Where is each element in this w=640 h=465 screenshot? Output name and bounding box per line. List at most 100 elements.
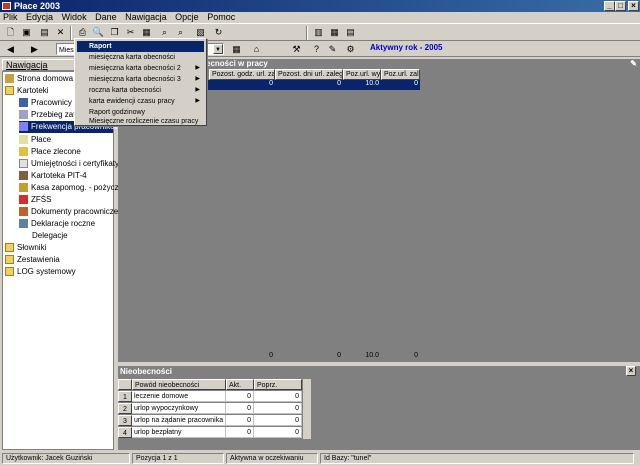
grid-icon[interactable]: ▦ xyxy=(328,26,341,39)
column-header[interactable]: Akt. xyxy=(226,379,254,390)
row-number: 2 xyxy=(118,403,132,414)
absence-reason[interactable]: urlop wypoczynkowy xyxy=(132,403,226,414)
total-cell: 0 xyxy=(269,352,273,359)
tools-icon[interactable]: ⚒ xyxy=(290,43,303,56)
totals-row: 0 0 10.0 0 xyxy=(118,352,420,362)
edit-icon[interactable]: ▤ xyxy=(38,26,51,39)
submenu-arrow-icon: ▶ xyxy=(195,98,200,104)
menu-item-monthly-card-3[interactable]: miesięczna karta obecności 3 ▶ xyxy=(77,74,204,85)
maximize-button[interactable]: □ xyxy=(615,1,626,11)
absence-reason[interactable]: leczenie domowe xyxy=(132,391,226,402)
column-header[interactable]: Poz.url. wyp xyxy=(343,69,381,80)
total-cell: 0 xyxy=(337,352,341,359)
chevron-down-icon[interactable]: ▼ xyxy=(213,44,223,54)
status-user: Użytkownik: Jacek Guziński xyxy=(2,453,130,464)
menu-item-raport[interactable]: Raport xyxy=(77,41,204,52)
save-icon[interactable]: ▣ xyxy=(20,26,33,39)
menu-plik[interactable]: Plik xyxy=(0,12,21,22)
absence-poprz[interactable]: 0 xyxy=(254,415,302,426)
nav-item-delegacje[interactable]: Delegacje xyxy=(32,230,68,242)
column-header[interactable]: Pozost. dni url. zaległ xyxy=(275,69,343,80)
total-cell: 0 xyxy=(414,352,418,359)
active-year-label: Aktywny rok - 2005 xyxy=(370,43,443,52)
status-bar: Użytkownik: Jacek Guziński Pozycja 1 z 1… xyxy=(0,452,640,465)
nav-item-zfss[interactable]: ZFŚS xyxy=(19,194,51,206)
absence-poprz[interactable]: 0 xyxy=(254,391,302,402)
status-database: Id Bazy: "tunel" xyxy=(320,453,634,464)
close-button[interactable]: × xyxy=(628,1,639,11)
home-icon[interactable]: ⌂ xyxy=(250,43,263,56)
period-dropdown[interactable]: ▼ xyxy=(206,43,224,55)
menu-item-work-time-card[interactable]: karta ewidencji czasu pracy ▶ xyxy=(77,96,204,107)
nav-item-kartoteki[interactable]: Kartoteki xyxy=(5,85,49,97)
menu-item-hourly-report[interactable]: Raport godzinowy xyxy=(77,107,204,118)
period-combo[interactable]: Miesią xyxy=(56,43,79,55)
title-bar: Płace 2003 _ □ × xyxy=(0,0,640,12)
menu-item-monthly-card[interactable]: miesięczna karta obecności xyxy=(77,52,204,63)
nav-item-place[interactable]: Płace xyxy=(19,134,51,146)
menu-nawigacja[interactable]: Nawigacja xyxy=(122,12,170,22)
close-icon[interactable]: × xyxy=(626,366,636,376)
settings-icon[interactable]: ⚙ xyxy=(344,43,357,56)
menu-item-yearly-card[interactable]: roczna karta obecności ▶ xyxy=(77,85,204,96)
cross-icon xyxy=(19,195,28,205)
folder-icon xyxy=(5,255,14,265)
absences-grid: Powód nieobecności Akt. Poprz. 1 leczeni… xyxy=(118,377,640,450)
calendar-icon[interactable]: ▦ xyxy=(230,43,243,56)
absence-poprz[interactable]: 0 xyxy=(254,427,302,438)
nav-item-place-zlecone[interactable]: Płace zlecone xyxy=(19,146,81,158)
new-icon[interactable]: 🗋 xyxy=(4,26,17,39)
column-header[interactable]: Powód nieobecności xyxy=(132,379,226,390)
menu-item-monthly-settlement[interactable]: Miesięczne rozliczenie czasu pracy xyxy=(77,118,204,126)
absence-akt[interactable]: 0 xyxy=(226,415,254,426)
nav-item-dokumenty[interactable]: Dokumenty pracownicze xyxy=(19,206,118,218)
document-icon xyxy=(19,135,28,145)
menu-dane[interactable]: Dane xyxy=(92,12,120,22)
status-position: Pozycja 1 z 1 xyxy=(132,453,224,464)
document-icon xyxy=(19,110,28,120)
panel-options-icon[interactable]: ✎ xyxy=(630,59,637,69)
absences-scrollbar[interactable] xyxy=(302,379,311,439)
absence-akt[interactable]: 0 xyxy=(226,427,254,438)
person-icon xyxy=(19,171,28,181)
column-header[interactable]: Pozost. godz. url. zaleg xyxy=(209,69,275,80)
folder-icon xyxy=(5,243,14,253)
column-header[interactable]: Poz.url. zal.u xyxy=(381,69,420,80)
help-icon[interactable]: ? xyxy=(310,43,323,56)
absence-akt[interactable]: 0 xyxy=(226,391,254,402)
menu-pomoc[interactable]: Pomoc xyxy=(204,12,238,22)
column-header[interactable]: Poprz. xyxy=(254,379,302,390)
nav-item-home[interactable]: Strona domowa ap xyxy=(5,73,84,85)
menu-opcje[interactable]: Opcje xyxy=(172,12,202,22)
back-icon[interactable]: ◀ xyxy=(4,43,17,56)
delete-icon[interactable]: ✕ xyxy=(54,26,67,39)
menu-bar: Plik Edycja Widok Dane Nawigacja Opcje P… xyxy=(0,12,640,23)
nav-item-pit4[interactable]: Kartoteka PIT-4 xyxy=(19,170,87,182)
row-number: 3 xyxy=(118,415,132,426)
cell: 0 xyxy=(337,80,341,87)
document-icon xyxy=(19,159,28,169)
refresh-icon[interactable]: ↻ xyxy=(212,26,225,39)
menu-edycja[interactable]: Edycja xyxy=(23,12,56,22)
nav-item-pracownicy[interactable]: Pracownicy xyxy=(19,97,72,109)
absence-reason[interactable]: urlop na żądanie pracownika xyxy=(132,415,226,426)
nav-item-umiejetnosci[interactable]: Umiejętności i certyfikaty xyxy=(19,158,119,170)
nav-item-kasa[interactable]: Kasa zapomog. - pożyczk. xyxy=(19,182,125,194)
absence-poprz[interactable]: 0 xyxy=(254,403,302,414)
nav-item-slowniki[interactable]: Słowniki xyxy=(5,242,46,254)
status-state: Aktywna w oczekiwaniu xyxy=(226,453,318,464)
absence-reason[interactable]: urlop bezpłatny xyxy=(132,427,226,438)
nav-item-deklaracje[interactable]: Deklaracje roczne xyxy=(19,218,95,230)
submenu-arrow-icon: ▶ xyxy=(195,76,200,82)
menu-widok[interactable]: Widok xyxy=(59,12,90,22)
forward-icon[interactable]: ▶ xyxy=(28,43,41,56)
absence-akt[interactable]: 0 xyxy=(226,403,254,414)
calculator-icon[interactable]: ▥ xyxy=(312,26,325,39)
nav-item-log[interactable]: LOG systemowy xyxy=(5,266,76,278)
folder-icon xyxy=(5,267,14,277)
pen-icon[interactable]: ✎ xyxy=(326,43,339,56)
layout-icon[interactable]: ▤ xyxy=(344,26,357,39)
nav-item-zestawienia[interactable]: Zestawienia xyxy=(5,254,60,266)
minimize-button[interactable]: _ xyxy=(604,1,615,11)
menu-item-monthly-card-2[interactable]: miesięczna karta obecności 2 ▶ xyxy=(77,63,204,74)
